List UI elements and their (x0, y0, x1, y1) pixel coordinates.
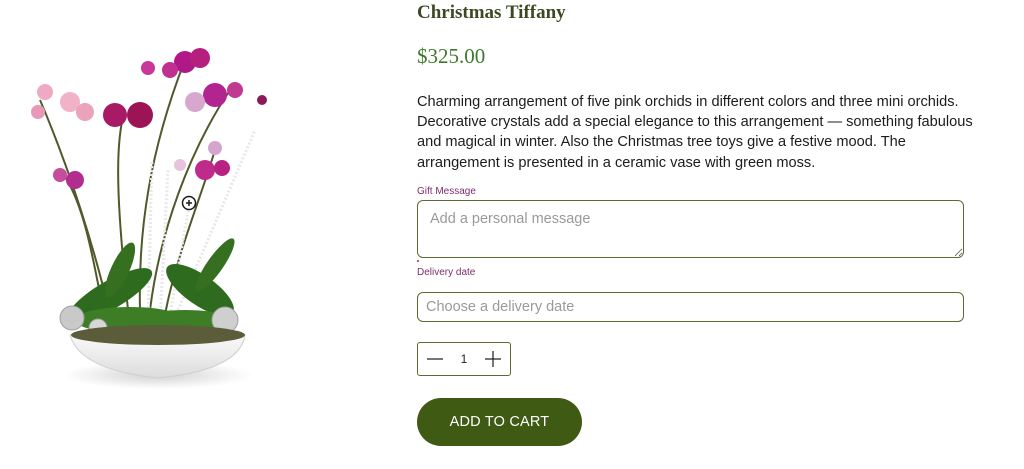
product-title: Christmas Tiffany (417, 2, 566, 23)
delivery-date-input[interactable] (417, 292, 964, 322)
product-image[interactable] (0, 30, 300, 410)
decrease-quantity-button[interactable] (418, 343, 452, 375)
gift-message-label: Gift Message (417, 186, 476, 197)
quantity-stepper: 1 (417, 342, 511, 376)
delivery-date-label: Delivery date (417, 267, 476, 278)
add-to-cart-button[interactable]: ADD TO CART (417, 398, 582, 446)
product-price: $325.00 (417, 44, 486, 68)
orchid-arrangement-illustration (31, 48, 267, 389)
required-indicator (417, 260, 419, 262)
quantity-value[interactable]: 1 (452, 343, 476, 375)
plus-icon (485, 351, 501, 367)
gift-message-input[interactable] (417, 200, 964, 258)
zoom-in-icon[interactable] (181, 195, 197, 211)
product-description: Charming arrangement of five pink orchid… (417, 94, 973, 171)
increase-quantity-button[interactable] (476, 343, 510, 375)
minus-icon (427, 358, 443, 360)
